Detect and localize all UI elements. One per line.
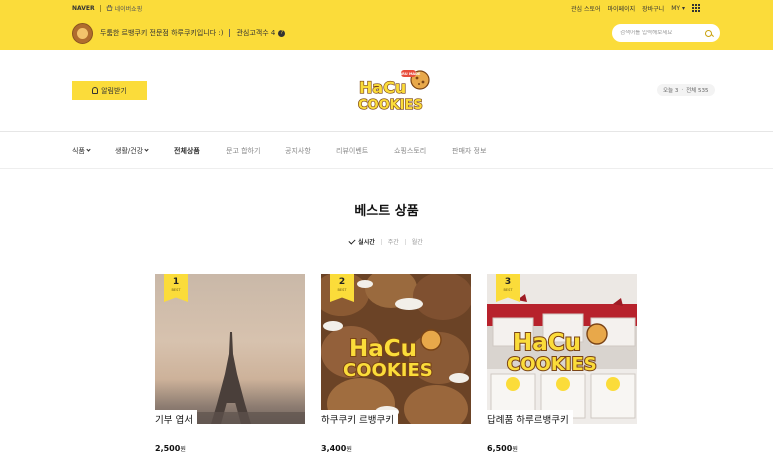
product-image-levain-cookie[interactable]: HaCu COOKIES 2 BEST 하쿠쿠키 르뱅쿠키 [321, 274, 471, 424]
product-card[interactable]: HaCu COOKIES 3 BEST 답례품 하루르뱅쿠키 6,500원 [487, 274, 637, 453]
nav-item-all-products[interactable]: 전체상품 [174, 146, 226, 156]
product-image-postcard[interactable]: 1 BEST 기부 엽서 [155, 274, 305, 424]
nav-item-4[interactable]: 문고 합하기 [226, 146, 285, 156]
divider [380, 238, 382, 245]
nav-label: 문고 합하기 [226, 146, 261, 155]
best-period-tabs: 실시간 주간 월간 [0, 236, 773, 246]
rank-number: 2 [338, 277, 346, 287]
check-icon [348, 236, 356, 245]
top-bar: NAVER 네이버쇼핑 관심 스토어 마이페이지 장바구니 MY ▾ 두툼한 르… [0, 0, 773, 50]
divider [0, 168, 773, 169]
nav-item-notice[interactable]: 공지사항 [285, 146, 336, 156]
price-value: 6,500 [487, 444, 513, 453]
category-nav: 식품 생활/건강 전체상품 문고 합하기 공지사항 리뷰이벤트 쇼핑스토리 판매… [72, 132, 712, 169]
user-links: 관심 스토어 마이페이지 장바구니 MY ▾ [571, 3, 701, 13]
nav-label: 쇼핑스토리 [394, 146, 427, 155]
naver-shopping-label: 네이버쇼핑 [114, 5, 143, 13]
separator-dot: · [681, 87, 684, 93]
store-logo[interactable]: HARU MADE HaCu COOKIES [357, 68, 435, 113]
nav-label: 전체상품 [174, 146, 200, 155]
logo-text-line2: COOKIES [343, 360, 433, 381]
chevron-down-icon [144, 147, 149, 152]
visitors-today: 오늘 3 [663, 88, 679, 94]
search-input[interactable] [620, 30, 700, 36]
rank-number: 3 [504, 277, 512, 287]
price-unit: 원 [512, 446, 518, 453]
nav-label: 공지사항 [285, 146, 311, 155]
logo-text-line2: COOKIES [358, 98, 423, 113]
search-box [612, 24, 720, 42]
nav-item-review-event[interactable]: 리뷰이벤트 [336, 146, 394, 156]
best-products-title: 베스트 상품 [354, 204, 419, 219]
naver-shopping-link[interactable]: 네이버쇼핑 [106, 4, 143, 13]
visitor-count: 오늘 3 · 전체 535 [657, 84, 715, 96]
price-value: 3,400 [321, 444, 347, 453]
product-name[interactable]: 기부 엽서 [155, 410, 197, 424]
shopping-bag-icon [106, 5, 113, 11]
chevron-down-icon: ▾ [681, 4, 685, 12]
tab-label: 실시간 [358, 239, 375, 246]
tab-realtime[interactable]: 실시간 [348, 236, 375, 246]
notify-label: 알림받기 [101, 86, 127, 95]
product-card[interactable]: 1 BEST 기부 엽서 2,500원 [155, 274, 305, 453]
product-name[interactable]: 하쿠쿠키 르뱅쿠키 [321, 410, 398, 424]
search-icon[interactable] [705, 29, 712, 37]
tab-monthly[interactable]: 월간 [412, 237, 423, 246]
product-price: 2,500원 [155, 444, 305, 453]
chevron-down-icon [86, 147, 91, 152]
nav-label: 식품 [72, 146, 85, 155]
nav-item-seller-info[interactable]: 판매자 정보 [452, 146, 486, 156]
logo-text-line2: COOKIES [507, 354, 597, 375]
tab-weekly[interactable]: 주간 [388, 237, 399, 246]
logo-badge-text: HARU MADE [397, 72, 421, 76]
rank-label: BEST [337, 288, 347, 292]
mypage-link[interactable]: 마이페이지 [608, 4, 636, 13]
naver-logo[interactable]: NAVER [72, 5, 95, 12]
price-unit: 원 [346, 446, 352, 453]
tab-label: 월간 [411, 239, 423, 246]
favorite-count: 관심고객수 4 ? [236, 28, 286, 38]
nav-label: 리뷰이벤트 [336, 146, 369, 155]
nav-item-shopping-story[interactable]: 쇼핑스토리 [394, 146, 452, 156]
nav-item-food[interactable]: 식품 [72, 146, 115, 156]
logo-text-line1: HaCu [359, 78, 406, 97]
product-card[interactable]: HaCu COOKIES 2 BEST 하쿠쿠키 르뱅쿠키 3,400원 [321, 274, 471, 453]
rank-label: BEST [503, 288, 513, 292]
product-image-gift-cookie[interactable]: HaCu COOKIES 3 BEST 답례품 하루르뱅쿠키 [487, 274, 637, 424]
rank-number: 1 [172, 277, 180, 287]
cart-link[interactable]: 장바구니 [642, 4, 664, 13]
logo-text-line1: HaCu [349, 336, 417, 362]
nav-label: 판매자 정보 [452, 146, 487, 155]
store-info-bar: 두툼한 르뱅쿠키 전문점 하루쿠키입니다 :) 관심고객수 4 ? [72, 22, 720, 44]
bell-icon [92, 87, 99, 94]
notify-button[interactable]: 알림받기 [72, 81, 147, 100]
product-price: 6,500원 [487, 444, 637, 453]
nav-label: 생활/건강 [115, 146, 144, 155]
favorite-count-label: 관심고객수 4 [236, 29, 276, 37]
price-unit: 원 [180, 446, 186, 453]
apps-grid-icon[interactable] [692, 3, 701, 13]
tab-label: 주간 [387, 239, 399, 246]
store-description: 두툼한 르뱅쿠키 전문점 하루쿠키입니다 :) [100, 29, 224, 37]
store-avatar[interactable] [72, 22, 93, 44]
my-menu-button[interactable]: MY ▾ [671, 5, 685, 12]
visitors-total: 전체 535 [686, 88, 709, 94]
nav-item-living-health[interactable]: 생활/건강 [115, 146, 174, 156]
product-name[interactable]: 답례품 하루르뱅쿠키 [487, 410, 573, 424]
favorite-stores-link[interactable]: 관심 스토어 [571, 4, 601, 13]
product-price: 3,400원 [321, 444, 471, 453]
logo-text-line1: HaCu [513, 330, 581, 356]
rank-label: BEST [171, 288, 181, 292]
divider [404, 238, 406, 245]
help-icon[interactable]: ? [278, 29, 286, 37]
my-menu-label: MY [671, 4, 681, 12]
divider [99, 4, 101, 12]
global-nav: NAVER 네이버쇼핑 관심 스토어 마이페이지 장바구니 MY ▾ [0, 0, 773, 16]
price-value: 2,500 [155, 444, 181, 453]
divider [229, 29, 231, 37]
